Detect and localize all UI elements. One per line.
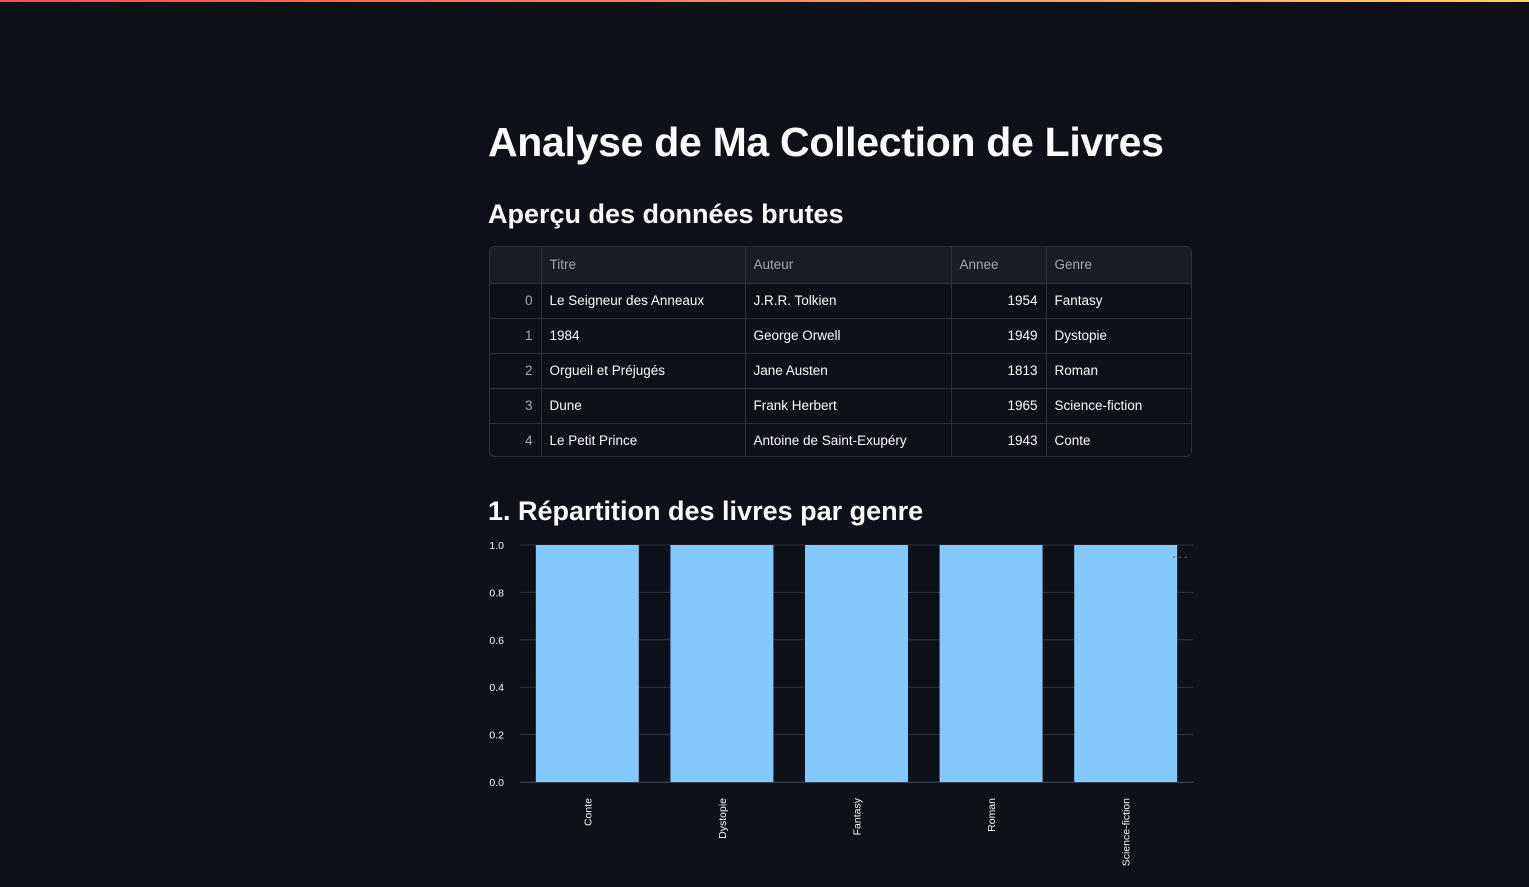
top-decoration-bar (0, 0, 1529, 2)
cell-genre[interactable]: Fantasy (1046, 283, 1191, 319)
cell-genre[interactable]: Science-fiction (1046, 388, 1191, 424)
x-tick-label: Science-fiction (1121, 798, 1133, 866)
genre-bar-chart[interactable]: 0.0 0.2 0.4 0.6 0.8 1.0 Conte Dystopie Fantasy Ro… (488, 540, 1193, 880)
chart-canvas: 0.0 0.2 0.4 0.6 0.8 1.0 Conte Dystopie Fantasy Ro… (489, 540, 1193, 866)
cell-titre[interactable]: Dune (541, 388, 746, 424)
cell-titre[interactable]: Orgueil et Préjugés (541, 353, 746, 389)
table-row: 0 Le Seigneur des Anneaux J.R.R. Tolkien… (490, 283, 1191, 319)
x-tick-label: Fantasy (852, 797, 864, 835)
cell-titre[interactable]: 1984 (541, 318, 746, 354)
data-table[interactable]: Titre Auteur Annee Genre 0 Le Seigneur d… (489, 246, 1192, 457)
section-heading-raw-data: Aperçu des données brutes (488, 199, 844, 229)
cell-annee[interactable]: 1813 (951, 353, 1047, 389)
y-tick-label: 0.8 (489, 587, 504, 599)
cell-index[interactable]: 1 (490, 318, 542, 354)
bar-fantasy (805, 545, 908, 782)
cell-auteur[interactable]: J.R.R. Tolkien (745, 283, 952, 319)
page-title: Analyse de Ma Collection de Livres (488, 119, 1164, 165)
y-tick-label: 1.0 (489, 540, 504, 552)
cell-auteur[interactable]: Frank Herbert (745, 388, 952, 424)
cell-titre[interactable]: Le Petit Prince (541, 423, 746, 456)
y-tick-label: 0.0 (489, 777, 504, 789)
cell-auteur[interactable]: Jane Austen (745, 353, 952, 389)
chart-menu-icon[interactable]: ··· (1172, 549, 1189, 563)
cell-titre[interactable]: Le Seigneur des Anneaux (541, 283, 746, 319)
cell-index[interactable]: 3 (490, 388, 542, 424)
table-row: 1 1984 George Orwell 1949 Dystopie (490, 318, 1191, 354)
table-header-row: Titre Auteur Annee Genre (490, 247, 1191, 284)
cell-genre[interactable]: Dystopie (1046, 318, 1191, 354)
cell-genre[interactable]: Roman (1046, 353, 1191, 389)
bar-conte (535, 545, 639, 782)
x-tick-label: Roman (986, 798, 998, 832)
y-tick-label: 0.4 (489, 682, 504, 694)
cell-annee[interactable]: 1943 (951, 423, 1047, 456)
y-tick-label: 0.6 (489, 635, 504, 647)
cell-genre[interactable]: Conte (1046, 423, 1191, 456)
section-heading-genre-chart: 1. Répartition des livres par genre (488, 496, 924, 526)
table-row: 4 Le Petit Prince Antoine de Saint-Exupé… (490, 423, 1191, 456)
column-header-auteur[interactable]: Auteur (745, 247, 952, 284)
column-header-index[interactable] (490, 247, 542, 284)
cell-index[interactable]: 0 (490, 283, 542, 319)
y-tick-label: 0.2 (489, 730, 504, 742)
cell-annee[interactable]: 1949 (951, 318, 1047, 354)
column-header-genre[interactable]: Genre (1046, 247, 1191, 284)
cell-auteur[interactable]: George Orwell (745, 318, 952, 354)
cell-index[interactable]: 2 (490, 353, 542, 389)
column-header-annee[interactable]: Annee (951, 247, 1047, 284)
cell-auteur[interactable]: Antoine de Saint-Exupéry (745, 423, 952, 456)
cell-annee[interactable]: 1965 (951, 388, 1047, 424)
bar-science-fiction (1074, 545, 1178, 782)
bar-roman (939, 545, 1043, 782)
cell-annee[interactable]: 1954 (951, 283, 1047, 319)
x-tick-label: Conte (582, 798, 594, 826)
bar-dystopie (670, 545, 774, 782)
cell-index[interactable]: 4 (490, 423, 542, 456)
x-tick-label: Dystopie (717, 798, 729, 839)
table-row: 2 Orgueil et Préjugés Jane Austen 1813 R… (490, 353, 1191, 389)
column-header-titre[interactable]: Titre (541, 247, 746, 284)
table-row: 3 Dune Frank Herbert 1965 Science-fictio… (490, 388, 1191, 424)
